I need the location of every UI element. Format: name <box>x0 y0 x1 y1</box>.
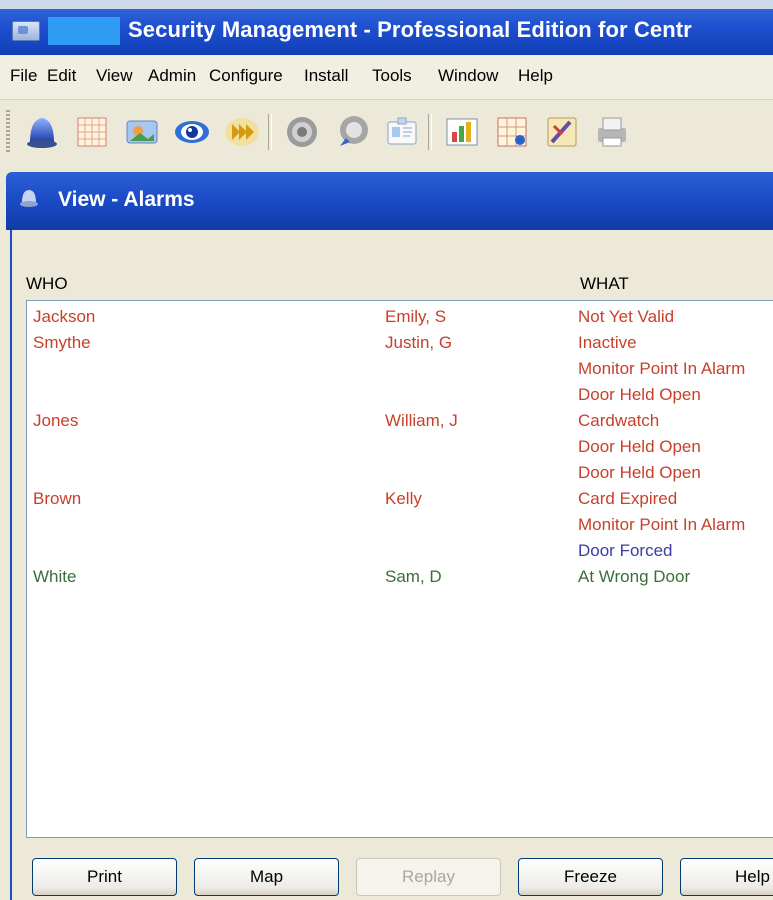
toolbar-separator <box>268 114 272 150</box>
user-grid-icon[interactable] <box>492 112 532 152</box>
table-row[interactable]: Door Forced <box>27 539 773 565</box>
eye-icon[interactable] <box>172 112 212 152</box>
menu-configure[interactable]: Configure <box>209 66 283 86</box>
table-row[interactable]: Monitor Point In Alarm <box>27 513 773 539</box>
replay-button[interactable]: Replay <box>356 858 501 896</box>
who-last-name: Brown <box>33 489 82 508</box>
table-row[interactable]: White Sam, D At Wrong Door <box>27 565 773 591</box>
who-first-name: William, J <box>385 411 458 430</box>
table-row[interactable]: Door Held Open <box>27 383 773 409</box>
what-event: Card Expired <box>578 489 678 508</box>
badge-icon[interactable] <box>382 112 422 152</box>
grid-icon[interactable] <box>72 112 112 152</box>
alarms-window-body: WHO WHAT Jackson Emily, S Not Yet Valid Smy… <box>10 230 773 900</box>
table-row[interactable]: Jones William, J Cardwatch <box>27 409 773 435</box>
image-icon[interactable] <box>122 112 162 152</box>
who-first-name: Kelly <box>385 489 422 508</box>
toolbar-separator <box>428 114 432 150</box>
print-button[interactable]: Print <box>32 858 177 896</box>
bar-chart-icon[interactable] <box>442 112 482 152</box>
table-row[interactable]: Smythe Justin, G Inactive <box>27 331 773 357</box>
alarm-bell-icon[interactable] <box>22 112 62 152</box>
what-event: Not Yet Valid <box>578 307 675 326</box>
who-last-name: Jackson <box>33 307 96 326</box>
menu-install[interactable]: Install <box>304 66 348 86</box>
window-title: Security Management - Professional Editi… <box>128 17 692 42</box>
forward-arrows-icon[interactable] <box>222 112 262 152</box>
freeze-button[interactable]: Freeze <box>518 858 663 896</box>
toolbar-grip[interactable] <box>6 110 10 154</box>
who-last-name: Jones <box>33 411 79 430</box>
what-event: Monitor Point In Alarm <box>578 515 746 534</box>
table-row[interactable]: Brown Kelly Card Expired <box>27 487 773 513</box>
table-row[interactable]: Door Held Open <box>27 435 773 461</box>
table-row[interactable]: Door Held Open <box>27 461 773 487</box>
menu-bar: File Edit View Admin Configure Install T… <box>0 55 773 100</box>
printer-icon[interactable] <box>592 112 632 152</box>
application-window: Security Management - Professional Editi… <box>0 9 773 900</box>
menu-tools[interactable]: Tools <box>372 66 412 86</box>
alarms-window-title: View - Alarms <box>58 188 195 211</box>
what-event: Inactive <box>578 333 637 352</box>
what-event: Door Forced <box>578 541 673 560</box>
who-first-name: Justin, G <box>385 333 453 352</box>
who-first-name: Sam, D <box>385 567 442 586</box>
app-icon[interactable] <box>12 21 40 41</box>
what-event: At Wrong Door <box>578 567 691 586</box>
column-header-what[interactable]: WHAT <box>580 274 629 294</box>
menu-view[interactable]: View <box>96 66 133 86</box>
alarm-list[interactable]: Jackson Emily, S Not Yet Valid Smythe Justin… <box>26 300 773 838</box>
table-row[interactable]: Jackson Emily, S Not Yet Valid <box>27 305 773 331</box>
who-first-name: Emily, S <box>385 307 447 326</box>
who-last-name: White <box>33 567 77 586</box>
column-header-who[interactable]: WHO <box>26 274 68 294</box>
menu-edit[interactable]: Edit <box>47 66 76 86</box>
table-row[interactable]: Monitor Point In Alarm <box>27 357 773 383</box>
help-button[interactable]: Help <box>680 858 773 896</box>
what-event: Door Held Open <box>578 437 701 456</box>
alarm-bell-icon <box>18 187 40 209</box>
redacted-block <box>48 17 120 45</box>
what-event: Cardwatch <box>578 411 660 430</box>
menu-help[interactable]: Help <box>518 66 553 86</box>
menu-window[interactable]: Window <box>438 66 498 86</box>
map-button[interactable]: Map <box>194 858 339 896</box>
what-event: Door Held Open <box>578 385 701 404</box>
title-bar[interactable]: Security Management - Professional Editi… <box>0 9 773 55</box>
spotlight-icon[interactable] <box>332 112 372 152</box>
toolbar <box>0 100 773 164</box>
gray-disc-icon[interactable] <box>282 112 322 152</box>
paint-icon[interactable] <box>542 112 582 152</box>
what-event: Door Held Open <box>578 463 701 482</box>
who-last-name: Smythe <box>33 333 91 352</box>
what-event: Monitor Point In Alarm <box>578 359 746 378</box>
menu-admin[interactable]: Admin <box>148 66 196 86</box>
alarms-window: View - Alarms WHO WHAT Jackson Emily, S No… <box>6 172 773 900</box>
alarms-window-title-bar[interactable]: View - Alarms <box>6 172 773 230</box>
menu-file[interactable]: File <box>10 66 37 86</box>
